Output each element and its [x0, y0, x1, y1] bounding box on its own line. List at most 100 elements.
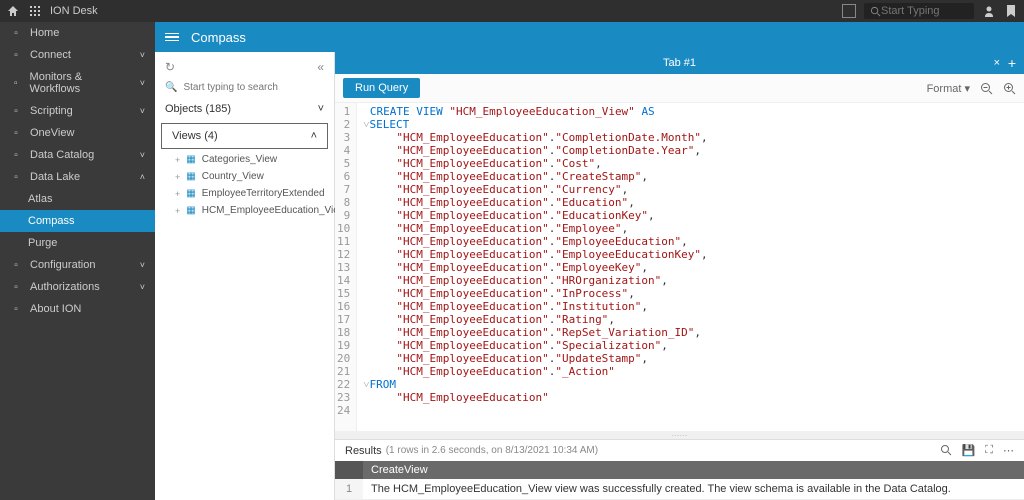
results-panel: Results (1 rows in 2.6 seconds, on 8/13/…	[335, 439, 1024, 500]
chevron-down-icon: ˅	[140, 282, 145, 292]
results-label: Results	[345, 445, 382, 457]
results-rownum-header	[335, 461, 363, 479]
chevron-down-icon: ˅	[140, 150, 145, 160]
sidebar-item-label: Connect	[30, 49, 71, 61]
tree-view-item[interactable]: +▦HCM_EmployeeEducation_View	[155, 202, 334, 219]
view-icon: ▦	[186, 154, 195, 165]
page-header: Compass	[155, 22, 1024, 52]
tree-view-item[interactable]: +▦Country_View	[155, 168, 334, 185]
menu-icon[interactable]	[165, 33, 179, 42]
sidebar-item-label: Data Lake	[30, 171, 80, 183]
editor-toolbar: Run Query Format ▾	[335, 74, 1024, 103]
global-search[interactable]	[864, 3, 974, 19]
config-icon: ▫	[10, 259, 22, 271]
scripting-icon: ▫	[10, 105, 22, 117]
table-row[interactable]: 1The HCM_EmployeeEducation_View view was…	[335, 479, 1024, 500]
tab-add-icon[interactable]: +	[1008, 55, 1016, 71]
sidebar-item-label: Purge	[28, 237, 57, 249]
chevron-up-icon: ˄	[140, 172, 145, 182]
sidebar-item-data-catalog[interactable]: ▫ Data Catalog ˅	[0, 144, 155, 166]
search-icon: 🔍	[165, 82, 177, 93]
results-save-icon[interactable]: 💾	[962, 444, 976, 457]
auth-icon: ▫	[10, 281, 22, 293]
results-col-header[interactable]: CreateView	[363, 461, 1024, 479]
chevron-down-icon: ˅	[140, 106, 145, 116]
run-query-button[interactable]: Run Query	[343, 78, 420, 98]
sidebar-item-oneview[interactable]: ▫ OneView	[0, 122, 155, 144]
sidebar-item-configuration[interactable]: ▫Configuration˅	[0, 254, 155, 276]
datalake-icon: ▫	[10, 171, 22, 183]
sidebar-item-connect[interactable]: ▫ Connect ˅	[0, 44, 155, 66]
sidebar-item-compass[interactable]: Compass	[0, 210, 155, 232]
tree-view-item[interactable]: +▦EmployeeTerritoryExtended	[155, 185, 334, 202]
sidebar-item-purge[interactable]: Purge	[0, 232, 155, 254]
refresh-icon[interactable]: ↻	[165, 60, 175, 74]
zoom-out-icon[interactable]	[980, 82, 993, 95]
sidebar-item-scripting[interactable]: ▫ Scripting ˅	[0, 100, 155, 122]
tree-search-input[interactable]	[183, 82, 313, 93]
monitors-icon: ▫	[10, 77, 22, 89]
results-more-icon[interactable]: ⋯	[1003, 444, 1014, 457]
sidebar-item-label: Home	[30, 27, 59, 39]
results-cell: The HCM_EmployeeEducation_View view was …	[363, 479, 1024, 500]
search-icon	[870, 6, 881, 17]
chevron-up-icon: ˄	[311, 130, 317, 142]
sidebar-item-atlas[interactable]: Atlas	[0, 188, 155, 210]
chevron-down-icon: ˅	[140, 50, 145, 60]
expand-icon[interactable]: +	[175, 206, 180, 216]
sidebar-item-label: About ION	[30, 303, 81, 315]
chevron-down-icon: ˅	[318, 103, 324, 115]
page-title: Compass	[191, 30, 246, 45]
tree-section-label: Objects (185)	[165, 103, 231, 115]
expand-icon[interactable]: +	[175, 189, 180, 199]
zoom-in-icon[interactable]	[1003, 82, 1016, 95]
tree-view-label: Country_View	[202, 171, 264, 182]
sidebar: ▫Home▫Connect˅▫Monitors & Workflows˅▫Scr…	[0, 22, 155, 500]
user-icon[interactable]	[982, 4, 996, 18]
sidebar-item-label: Data Catalog	[30, 149, 94, 161]
tree-view-item[interactable]: + ▦ Categories_View	[155, 151, 334, 168]
oneview-icon: ▫	[10, 127, 22, 139]
topbar: ION Desk	[0, 0, 1024, 22]
sidebar-item-data-lake[interactable]: ▫ Data Lake ˄	[0, 166, 155, 188]
view-icon: ▦	[186, 205, 195, 216]
about-icon: ▫	[10, 303, 22, 315]
collapse-panel-icon[interactable]: «	[317, 60, 324, 74]
results-meta: (1 rows in 2.6 seconds, on 8/13/2021 10:…	[386, 445, 598, 456]
tree-panel: ↻ « 🔍 Objects (185) ˅ Views (4) ˄ + ▦ Categor…	[155, 52, 335, 500]
sidebar-item-label: Authorizations	[30, 281, 100, 293]
global-search-input[interactable]	[881, 5, 961, 17]
tree-section[interactable]: Objects (185) ˅	[155, 97, 334, 121]
sidebar-item-label: Atlas	[28, 193, 52, 205]
results-table: CreateView 1The HCM_EmployeeEducation_Vi…	[335, 461, 1024, 500]
square-icon[interactable]	[842, 4, 856, 18]
tree-section[interactable]: Views (4) ˄	[161, 123, 328, 149]
code-editor[interactable]: 123456789101112131415161718192021222324 …	[335, 103, 1024, 431]
sidebar-item-label: Compass	[28, 215, 74, 227]
results-search-icon[interactable]	[940, 444, 952, 457]
sidebar-item-home[interactable]: ▫Home	[0, 22, 155, 44]
expand-icon[interactable]: +	[175, 172, 180, 182]
catalog-icon: ▫	[10, 149, 22, 161]
sidebar-item-about-ion[interactable]: ▫ About ION	[0, 298, 155, 320]
resize-handle[interactable]: ⋯⋯	[335, 431, 1024, 439]
app-name: ION Desk	[50, 5, 98, 17]
sidebar-item-monitors-workflows[interactable]: ▫Monitors & Workflows˅	[0, 66, 155, 100]
format-dropdown[interactable]: Format ▾	[927, 82, 970, 95]
sidebar-item-label: OneView	[30, 127, 74, 139]
expand-icon[interactable]: +	[175, 155, 180, 165]
apps-grid-icon[interactable]	[28, 4, 42, 18]
home-icon[interactable]	[6, 4, 20, 18]
tab-close-icon[interactable]: ×	[994, 57, 1000, 69]
bookmark-icon[interactable]	[1004, 4, 1018, 18]
tab-active[interactable]: Tab #1	[663, 57, 696, 69]
tabs-bar: Tab #1 × +	[335, 52, 1024, 74]
connect-icon: ▫	[10, 49, 22, 61]
sidebar-item-authorizations[interactable]: ▫ Authorizations ˅	[0, 276, 155, 298]
tree-section-label: Views (4)	[172, 130, 218, 142]
results-fullscreen-icon[interactable]: ⛶	[985, 444, 993, 457]
chevron-down-icon: ˅	[140, 78, 145, 88]
tree-view-label: Categories_View	[202, 154, 277, 165]
row-number: 1	[335, 479, 363, 500]
sidebar-item-label: Scripting	[30, 105, 73, 117]
